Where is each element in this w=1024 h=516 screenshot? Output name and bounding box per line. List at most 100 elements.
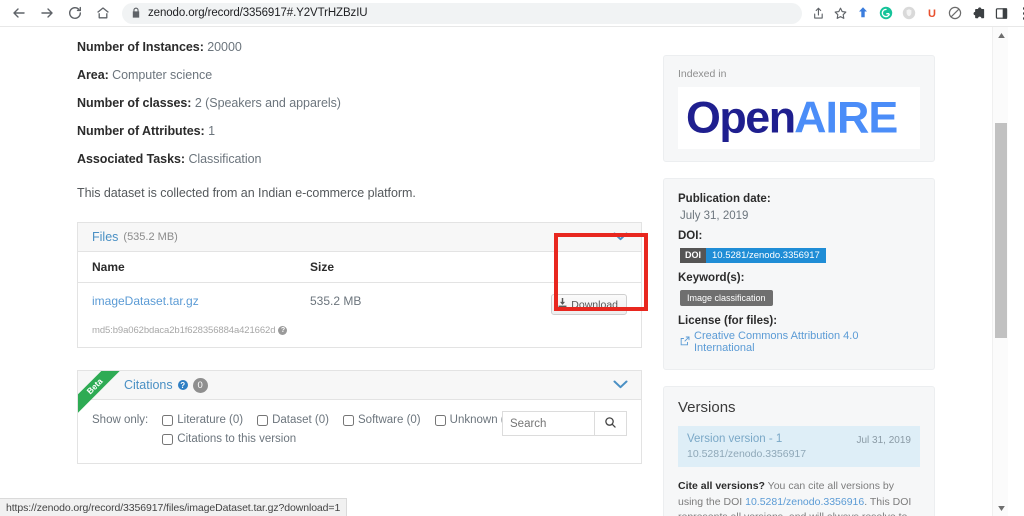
filter-checkbox-software[interactable]: Software (0) xyxy=(343,414,421,426)
file-size-cell: 535.2 MB xyxy=(310,294,362,308)
files-panel-header[interactable]: Files (535.2 MB) xyxy=(78,223,641,252)
url-text: zenodo.org/record/3356917#.Y2VTrHZBzIU xyxy=(148,7,368,19)
files-total-size: (535.2 MB) xyxy=(123,231,178,243)
doi-key: DOI: xyxy=(678,230,703,242)
grammarly-extension-icon[interactable] xyxy=(875,2,897,24)
chevron-down-icon[interactable] xyxy=(613,228,628,246)
search-button[interactable] xyxy=(594,411,627,436)
filter-label: Software (0) xyxy=(358,414,421,426)
scroll-down-arrow-icon[interactable] xyxy=(993,500,1009,516)
openaire-logo[interactable]: Open AIRE xyxy=(678,87,920,149)
files-table: Name Size imageDataset.tar.gz 535.2 MB D… xyxy=(78,252,641,319)
u-extension-icon[interactable]: U xyxy=(921,2,943,24)
page-content: Number of Instances: 20000 Area: Compute… xyxy=(0,27,1008,516)
license-key: License (for files): xyxy=(678,315,778,327)
filter-checkbox-literature[interactable]: Literature (0) xyxy=(162,414,243,426)
checkbox-input[interactable] xyxy=(343,414,354,426)
filter-label: Citations to this version xyxy=(177,433,297,445)
citations-search-group xyxy=(502,411,627,436)
version-date: Jul 31, 2019 xyxy=(856,435,912,446)
cite-all-heading: Cite all versions? xyxy=(678,480,765,492)
file-name-cell: imageDataset.tar.gz xyxy=(78,283,306,320)
doi-badge[interactable]: DOI 10.5281/zenodo.3356917 xyxy=(680,248,826,263)
vertical-scrollbar[interactable] xyxy=(992,27,1008,516)
cite-all-versions-note: Cite all versions? You can cite all vers… xyxy=(678,479,920,516)
page-viewport: Number of Instances: 20000 Area: Compute… xyxy=(0,27,1024,516)
filter-label: Literature (0) xyxy=(177,414,244,426)
metadata-row: Number of Attributes: 1 xyxy=(77,124,642,139)
metadata-row: Number of classes: 2 (Speakers and appar… xyxy=(77,96,642,111)
search-input[interactable] xyxy=(502,411,594,436)
metadata-key: Area: xyxy=(77,68,109,82)
citations-panel: Beta Citations ? 0 Show only: Literature… xyxy=(77,370,642,464)
help-icon[interactable]: ? xyxy=(278,326,288,335)
citations-panel-title: Citations xyxy=(124,378,173,392)
metadata-key: Number of Attributes: xyxy=(77,124,205,138)
filter-checkbox-dataset[interactable]: Dataset (0) xyxy=(257,414,329,426)
metadata-key: Number of classes: xyxy=(77,96,192,110)
indexed-in-panel: Indexed in Open AIRE xyxy=(663,55,935,162)
version-item[interactable]: Version version - 1 10.5281/zenodo.33569… xyxy=(678,426,920,467)
keywords-key: Keyword(s): xyxy=(678,272,745,284)
blue-arrow-extension-icon[interactable] xyxy=(852,2,874,24)
chevron-down-icon[interactable] xyxy=(613,376,628,394)
metadata-value: 1 xyxy=(208,124,215,138)
external-link-icon xyxy=(680,336,690,349)
scrollbar-thumb[interactable] xyxy=(995,123,1007,338)
record-description: This dataset is collected from an Indian… xyxy=(77,186,416,200)
svg-text:Open: Open xyxy=(686,92,795,143)
help-icon[interactable]: ? xyxy=(177,380,188,390)
search-icon xyxy=(604,416,617,432)
download-button[interactable]: Download xyxy=(551,294,627,315)
table-row: imageDataset.tar.gz 535.2 MB Download xyxy=(78,283,641,320)
file-link[interactable]: imageDataset.tar.gz xyxy=(92,294,199,308)
svg-text:U: U xyxy=(928,8,936,20)
doi-badge-value: 10.5281/zenodo.3356917 xyxy=(706,248,826,263)
files-table-header-row: Name Size xyxy=(78,252,641,283)
home-button[interactable] xyxy=(90,0,116,26)
cite-all-doi-link[interactable]: 10.5281/zenodo.3356916 xyxy=(745,496,864,508)
file-checksum-text: md5:b9a062bdaca2b1f628356884a421662d xyxy=(92,325,276,336)
metadata-value: Computer science xyxy=(112,68,213,82)
share-icon[interactable] xyxy=(806,2,828,24)
scroll-up-arrow-icon[interactable] xyxy=(993,27,1009,43)
metadata-value: 2 (Speakers and apparels) xyxy=(194,96,341,110)
record-main-column: Number of Instances: 20000 Area: Compute… xyxy=(77,27,642,464)
navigation-buttons xyxy=(0,0,116,26)
publication-date-value: July 31, 2019 xyxy=(680,210,749,222)
doi-field: DOI: DOI 10.5281/zenodo.3356917 xyxy=(678,228,920,267)
version-doi: 10.5281/zenodo.3356917 xyxy=(687,448,807,460)
keyword-badge[interactable]: Image classification xyxy=(680,290,773,306)
grey-shield-extension-icon[interactable] xyxy=(898,2,920,24)
checkbox-input[interactable] xyxy=(162,433,174,445)
publication-date-field: Publication date: July 31, 2019 xyxy=(678,191,920,225)
indexed-in-label: Indexed in xyxy=(678,68,727,80)
forward-button[interactable] xyxy=(34,0,60,26)
back-button[interactable] xyxy=(6,0,32,26)
license-link[interactable]: Creative Commons Attribution 4.0 Interna… xyxy=(678,330,920,354)
adblock-extension-icon[interactable] xyxy=(944,2,966,24)
download-icon xyxy=(558,298,567,311)
metadata-key: Number of Instances: xyxy=(77,40,204,54)
puzzle-extensions-icon[interactable] xyxy=(967,2,989,24)
filter-checkbox-this-version[interactable]: Citations to this version xyxy=(162,433,296,445)
column-header-action xyxy=(481,252,641,283)
doi-badge-label: DOI xyxy=(680,248,707,263)
reload-button[interactable] xyxy=(62,0,88,26)
svg-text:AIRE: AIRE xyxy=(794,92,897,143)
checkbox-input[interactable] xyxy=(162,414,174,426)
citations-panel-header[interactable]: Citations ? 0 xyxy=(78,371,641,400)
browser-toolbar: zenodo.org/record/3356917#.Y2VTrHZBzIU U xyxy=(0,0,1024,27)
status-bar-url: https://zenodo.org/record/3356917/files/… xyxy=(6,501,341,514)
download-button-label: Download xyxy=(571,298,618,311)
lock-icon xyxy=(131,7,141,19)
checkbox-input[interactable] xyxy=(257,414,269,426)
address-bar[interactable]: zenodo.org/record/3356917#.Y2VTrHZBzIU xyxy=(122,2,802,24)
status-bar: https://zenodo.org/record/3356917/files/… xyxy=(0,498,348,516)
bookmark-star-icon[interactable] xyxy=(829,2,851,24)
files-panel-title: Files xyxy=(92,230,119,244)
versions-panel: Versions Version version - 1 10.5281/zen… xyxy=(663,386,935,516)
metadata-value: 20000 xyxy=(207,40,242,54)
checkbox-input[interactable] xyxy=(434,414,446,426)
sidebar-panel-icon[interactable] xyxy=(990,2,1012,24)
